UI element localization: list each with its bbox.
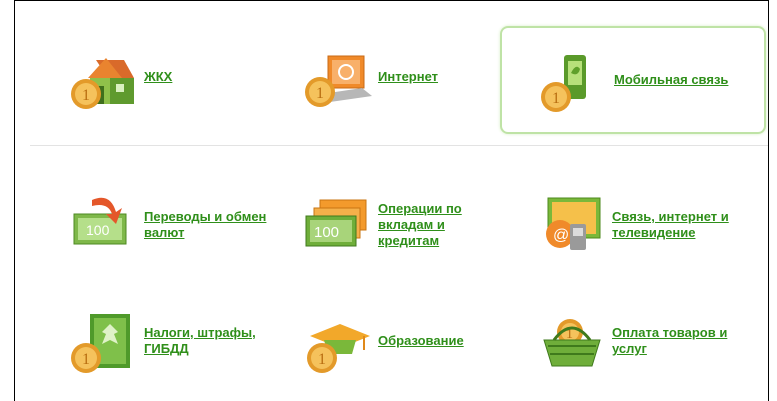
svg-text:1: 1 <box>316 85 324 102</box>
category-education[interactable]: 1 Образование <box>300 300 532 382</box>
svg-text:@: @ <box>553 227 569 244</box>
category-telecom[interactable]: @ Связь, интернет и телевидение <box>534 184 766 266</box>
tile-zhkh[interactable]: 1 ЖКХ <box>66 36 298 118</box>
tile-label[interactable]: Операции по вкладам и кредитам <box>378 201 462 249</box>
telecom-icon: @ <box>534 190 608 260</box>
svg-text:1: 1 <box>82 87 90 104</box>
tile-label[interactable]: Мобильная связь <box>614 72 728 88</box>
laptop-coin-icon: 1 <box>300 42 374 112</box>
tax-eagle-coin-icon: 1 <box>66 306 140 376</box>
tile-label[interactable]: Переводы и обмен валют <box>144 209 266 241</box>
tile-label[interactable]: ЖКХ <box>144 69 172 85</box>
tile-mobile[interactable]: 1 Мобильная связь <box>500 26 766 134</box>
svg-text:100: 100 <box>314 224 339 241</box>
money-transfer-icon: 100 <box>66 190 140 260</box>
section-divider <box>30 145 768 146</box>
banknotes-icon: 100 <box>300 190 374 260</box>
svg-text:1: 1 <box>552 90 560 107</box>
tile-label[interactable]: Образование <box>378 333 464 349</box>
category-goods-services[interactable]: 1 Оплата товаров и услуг <box>534 300 766 382</box>
category-taxes-fines[interactable]: 1 Налоги, штрафы, ГИБДД <box>66 300 298 382</box>
shopping-basket-coin-icon: 1 <box>534 306 608 376</box>
svg-text:100: 100 <box>86 222 110 238</box>
tile-label[interactable]: Интернет <box>378 69 438 85</box>
tile-internet[interactable]: 1 Интернет <box>300 36 532 118</box>
tile-label[interactable]: Оплата товаров и услуг <box>612 325 727 357</box>
tile-label[interactable]: Налоги, штрафы, ГИБДД <box>144 325 256 357</box>
graduation-cap-coin-icon: 1 <box>300 306 374 376</box>
house-coin-icon: 1 <box>66 42 140 112</box>
svg-text:1: 1 <box>82 351 90 368</box>
category-deposits-credits[interactable]: 100 Операции по вкладам и кредитам <box>300 184 532 266</box>
window-border-right <box>768 0 769 401</box>
mobile-phone-coin-icon: 1 <box>536 45 610 115</box>
tile-label[interactable]: Связь, интернет и телевидение <box>612 209 729 241</box>
category-transfers[interactable]: 100 Переводы и обмен валют <box>66 184 298 266</box>
svg-text:1: 1 <box>318 351 326 368</box>
